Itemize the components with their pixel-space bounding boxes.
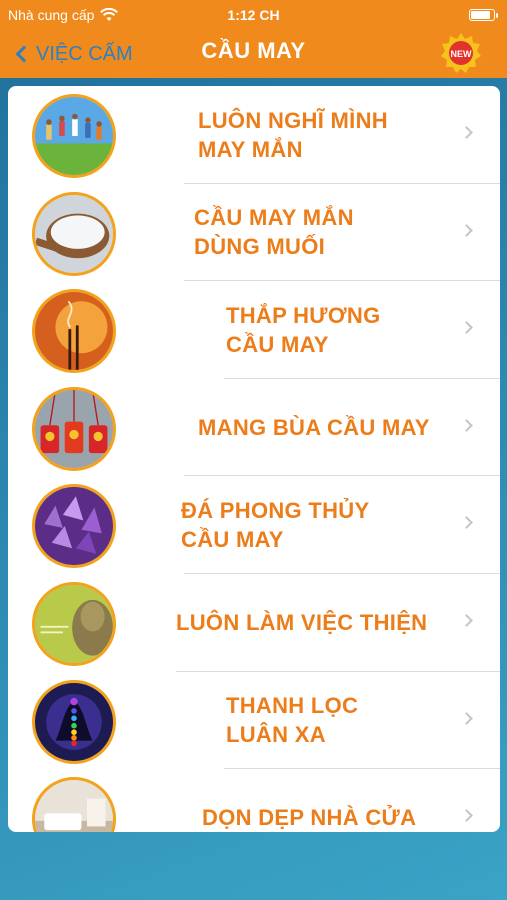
item-title-line2: MAY MẮN (198, 136, 303, 162)
salt-icon (32, 191, 116, 276)
item-title-line1: CẦU MAY MẮN (194, 205, 354, 231)
chevron-right-icon (460, 321, 473, 335)
list-item[interactable]: LUÔN NGHĨ MÌNH MAY MẮN (8, 86, 500, 184)
item-title-line2: CẦU MAY (181, 527, 284, 553)
people-jumping-icon (32, 94, 116, 178)
item-title-line2: CẦU MAY (226, 331, 329, 357)
list-item[interactable]: THANH LỌC LUÂN XA (8, 672, 500, 770)
list-item[interactable]: CẦU MAY MẮN DÙNG MUỐI (8, 184, 500, 282)
new-badge-icon[interactable]: NEW (440, 32, 482, 74)
status-bar: Nhà cung cấp 1:12 CH (0, 0, 507, 30)
battery-icon (469, 9, 498, 21)
living-room-icon (32, 777, 116, 832)
item-title-line1: ĐÁ PHONG THỦY (181, 498, 370, 524)
new-badge-text: NEW (451, 49, 473, 59)
item-title-line1: MANG BÙA CẦU MAY (198, 415, 430, 441)
item-title-line1: DỌN DẸP NHÀ CỬA (202, 805, 417, 831)
back-button[interactable]: VIỆC CẤM (14, 40, 133, 68)
chakra-icon (32, 679, 116, 764)
chevron-right-icon (460, 516, 473, 530)
amethyst-icon (32, 484, 116, 569)
item-title-line1: THẮP HƯƠNG (226, 302, 381, 328)
wifi-icon (100, 8, 119, 21)
menu-list: LUÔN NGHĨ MÌNH MAY MẮN CẦU MAY MẮN DÙNG … (8, 86, 500, 832)
buddha-icon (32, 581, 116, 666)
chevron-right-icon (460, 711, 473, 725)
navigation-bar: VIỆC CẤM CẦU MAY NEW (0, 30, 507, 78)
item-title-line1: LUÔN NGHĨ MÌNH (198, 107, 388, 133)
amulet-icon (32, 386, 116, 471)
battery-fill (471, 11, 490, 19)
item-title-line1: LUÔN LÀM VIỆC THIỆN (176, 610, 428, 636)
incense-icon (32, 289, 116, 374)
carrier-label: Nhà cung cấp (8, 7, 95, 23)
chevron-right-icon (460, 614, 473, 627)
chevron-left-icon (15, 45, 33, 63)
item-title-line1: THANH LỌC (226, 693, 359, 719)
list-item[interactable]: ĐÁ PHONG THỦY CẦU MAY (8, 476, 500, 574)
list-item[interactable]: MANG BÙA CẦU MAY (8, 379, 500, 477)
back-label: VIỆC CẤM (36, 42, 133, 65)
chevron-right-icon (460, 418, 473, 432)
chevron-right-icon (460, 223, 473, 237)
item-title-line2: DÙNG MUỐI (194, 234, 326, 260)
item-title-line2: LUÂN XA (226, 722, 326, 748)
chevron-right-icon (460, 809, 473, 823)
list-item[interactable]: DỌN DẸP NHÀ CỬA (8, 769, 500, 832)
list-item[interactable]: LUÔN LÀM VIỆC THIỆN (8, 574, 500, 672)
list-item[interactable]: THẮP HƯƠNG CẦU MAY (8, 281, 500, 379)
chevron-right-icon (460, 126, 473, 139)
